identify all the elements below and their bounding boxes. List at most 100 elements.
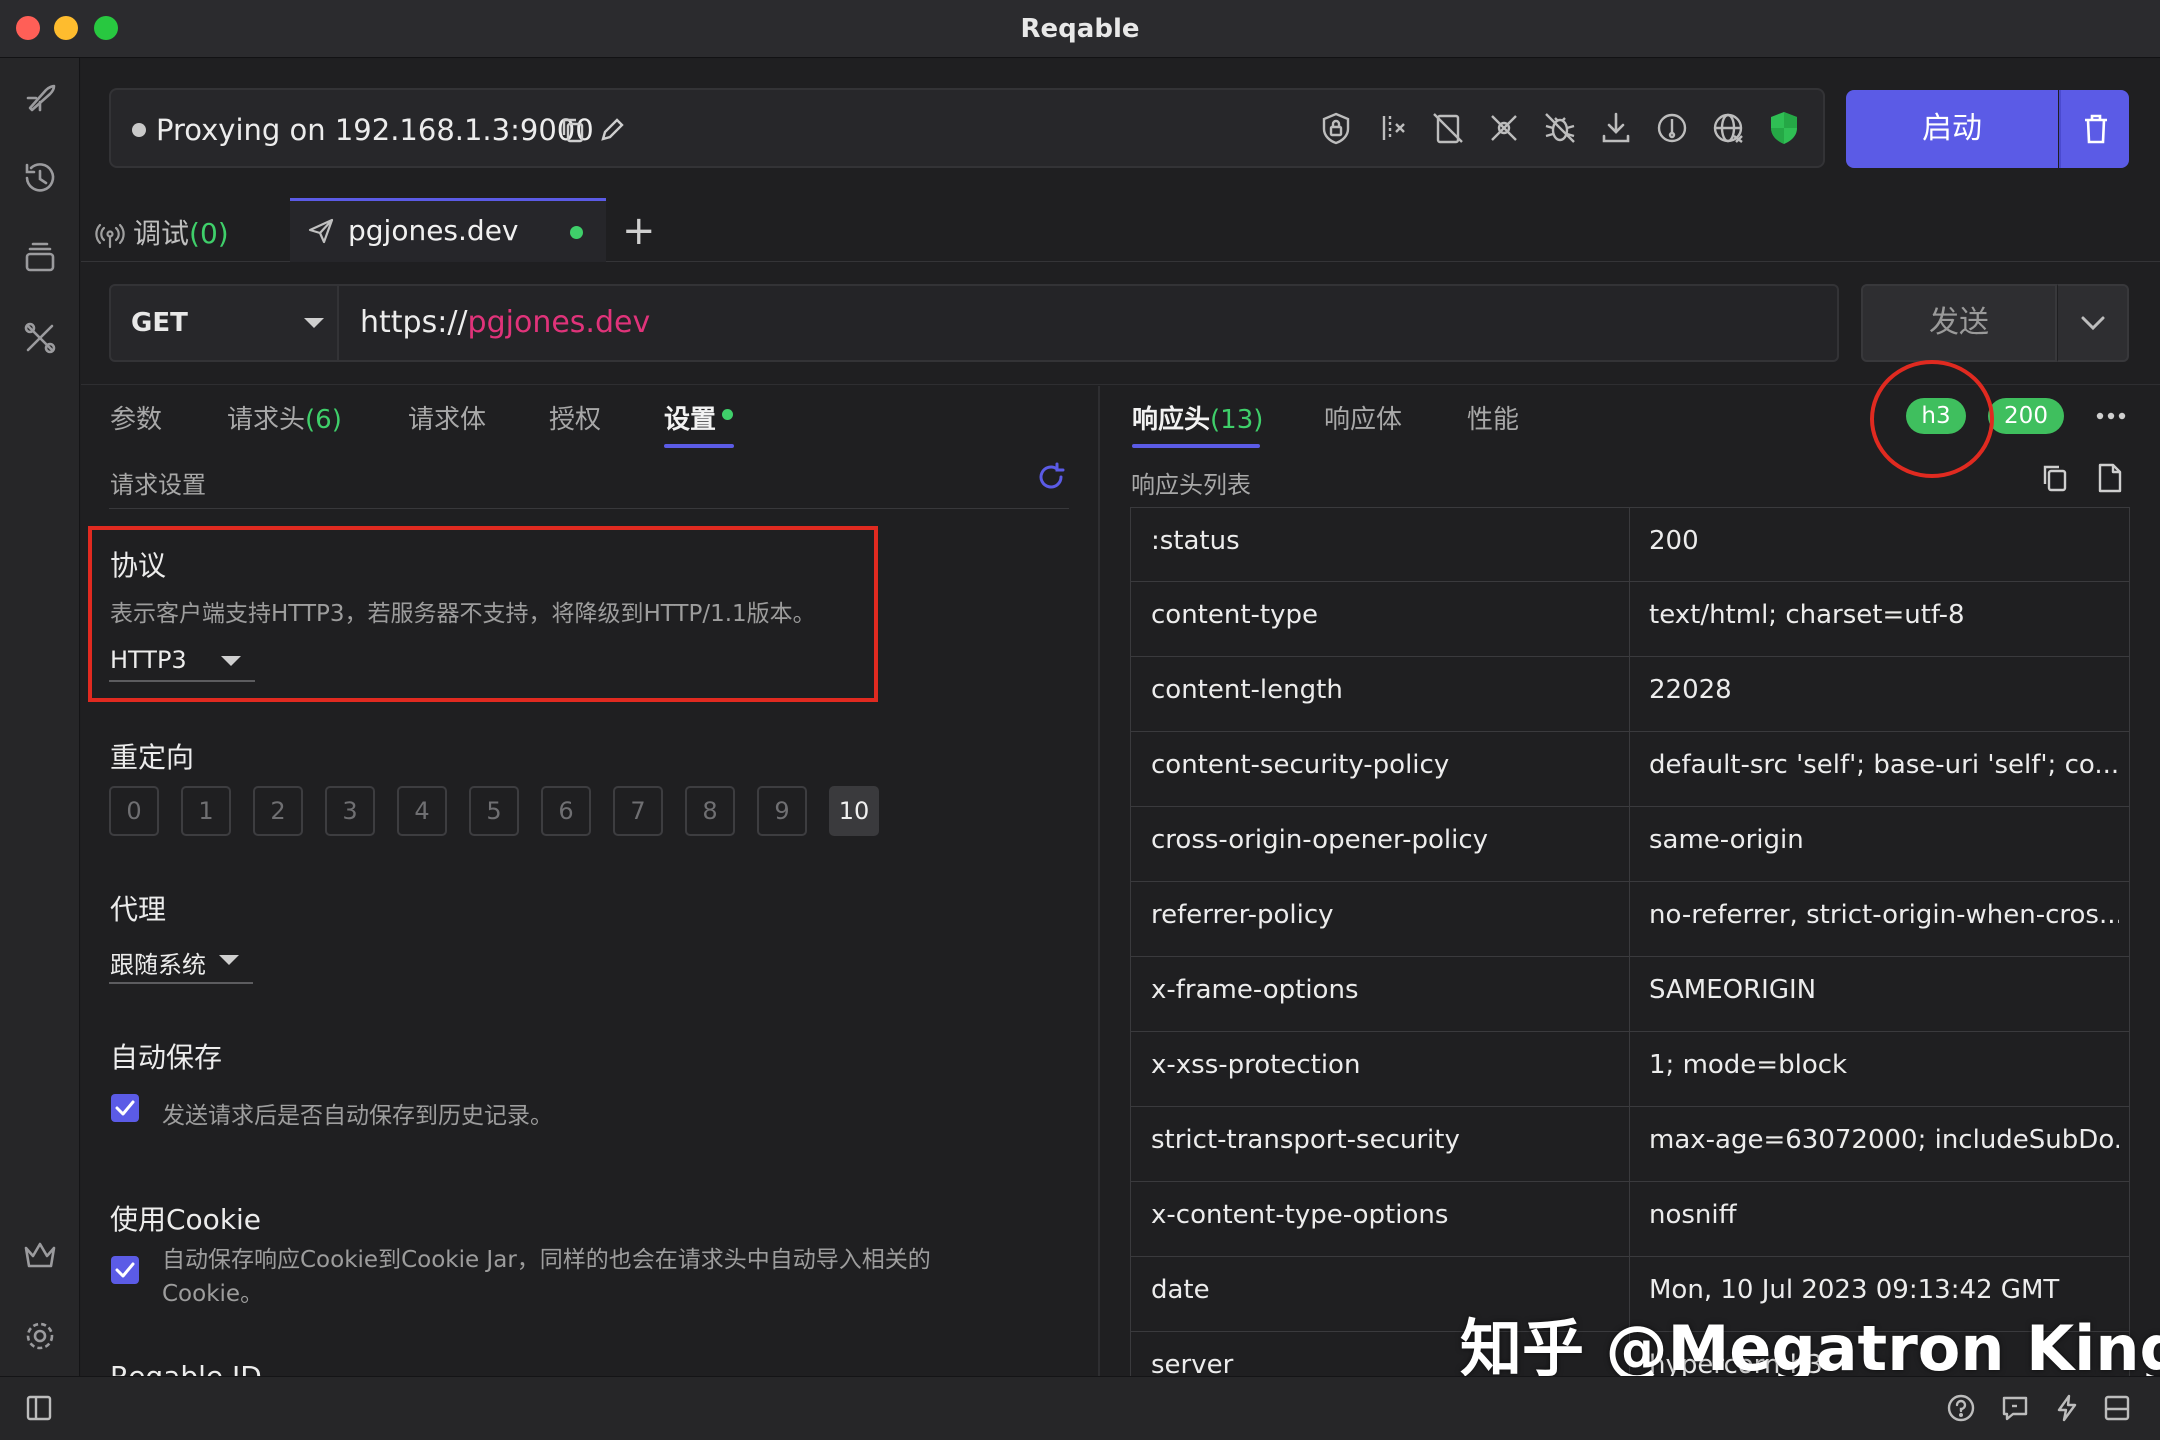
send-options-button[interactable] <box>2057 284 2129 362</box>
pane-splitter[interactable] <box>1098 386 1100 1376</box>
globe-icon[interactable] <box>1708 108 1748 148</box>
gateway-icon[interactable] <box>1652 108 1692 148</box>
redirect-option[interactable]: 5 <box>469 786 519 836</box>
tab-performance[interactable]: 性能 <box>1467 399 1519 436</box>
cookie-title: 使用Cookie <box>110 1203 262 1236</box>
active-tab-indicator <box>1132 444 1260 448</box>
add-tab-button[interactable]: + <box>622 208 656 254</box>
chevron-down-icon <box>218 953 240 967</box>
redirect-option[interactable]: 9 <box>757 786 807 836</box>
feedback-icon[interactable] <box>2000 1393 2030 1423</box>
start-button[interactable]: 启动 <box>1846 90 2058 168</box>
title-bar: Reqable <box>0 0 2160 58</box>
redirect-option[interactable]: 0 <box>109 786 159 836</box>
url-text: https://pgjones.dev <box>360 305 650 340</box>
ssl-lock-icon[interactable] <box>1316 108 1356 148</box>
redirect-option[interactable]: 8 <box>685 786 735 836</box>
disable-proxy-icon[interactable] <box>1484 108 1524 148</box>
chevron-down-icon <box>2080 314 2106 332</box>
tab-debug-count: (0) <box>189 217 229 250</box>
divider <box>81 384 2160 385</box>
tab-debug[interactable]: 调试(0) <box>95 212 229 252</box>
delete-button[interactable] <box>2059 90 2129 168</box>
header-value: 22028 <box>1649 675 1732 705</box>
toggle-sidebar-icon[interactable] <box>24 1393 54 1423</box>
copy-icon[interactable] <box>560 116 586 144</box>
header-key: cross-origin-opener-policy <box>1151 825 1488 855</box>
status-badge: 200 <box>1988 398 2064 434</box>
table-row[interactable]: content-length 22028 <box>1130 657 2130 732</box>
tab-response-headers-count: (13) <box>1210 405 1264 435</box>
section-header: 请求设置 <box>110 471 206 499</box>
header-value: max-age=63072000; includeSubDo... <box>1649 1125 2119 1155</box>
table-row[interactable]: content-type text/html; charset=utf-8 <box>1130 582 2130 657</box>
divider <box>109 508 1069 509</box>
table-row[interactable]: x-frame-options SAMEORIGIN <box>1130 957 2130 1032</box>
tab-response-headers-label: 响应头 <box>1132 405 1211 435</box>
redirect-option-selected[interactable]: 10 <box>829 786 879 836</box>
header-value: nosniff <box>1649 1200 1737 1230</box>
redirect-option[interactable]: 1 <box>181 786 231 836</box>
shield-icon[interactable] <box>1764 108 1804 148</box>
tab-params[interactable]: 参数 <box>110 399 162 436</box>
reset-icon[interactable] <box>1036 462 1066 492</box>
trash-icon <box>2081 112 2111 146</box>
table-row[interactable]: content-security-policy default-src 'self… <box>1130 732 2130 807</box>
cookie-checkbox[interactable] <box>111 1256 139 1284</box>
table-row[interactable]: cross-origin-opener-policy same-origin <box>1130 807 2130 882</box>
reqable-id-clip: Reqable ID <box>81 1356 1097 1376</box>
table-row[interactable]: :status 200 <box>1130 507 2130 582</box>
bug-icon[interactable] <box>1540 108 1580 148</box>
url-scheme: https:// <box>360 305 468 340</box>
tab-unsaved-dot <box>570 226 583 239</box>
tab-response-body[interactable]: 响应体 <box>1324 399 1402 436</box>
protocol-description: 表示客户端支持HTTP3，若服务器不支持，将降级到HTTP/1.1版本。 <box>110 601 816 627</box>
header-key: x-frame-options <box>1151 975 1359 1005</box>
header-key: strict-transport-security <box>1151 1125 1460 1155</box>
copy-icon[interactable] <box>2040 462 2070 494</box>
redirect-option[interactable]: 7 <box>613 786 663 836</box>
history-icon[interactable] <box>18 156 62 200</box>
tab-response-headers[interactable]: 响应头(13) <box>1132 399 1263 436</box>
layers-icon[interactable] <box>18 236 62 280</box>
table-row[interactable]: referrer-policy no-referrer, strict-origi… <box>1130 882 2130 957</box>
sidebar <box>0 58 80 1376</box>
download-icon[interactable] <box>1596 108 1636 148</box>
table-row[interactable]: strict-transport-security max-age=6307200… <box>1130 1107 2130 1182</box>
help-icon[interactable] <box>1946 1393 1976 1423</box>
lightning-icon[interactable] <box>2052 1393 2082 1423</box>
rocket-icon[interactable] <box>18 76 62 120</box>
autosave-checkbox[interactable] <box>111 1094 139 1122</box>
toggle-panel-icon[interactable] <box>2102 1393 2132 1423</box>
redirect-option[interactable]: 6 <box>541 786 591 836</box>
no-cache-icon[interactable] <box>1428 108 1468 148</box>
header-key: server <box>1151 1350 1234 1376</box>
file-icon[interactable] <box>2096 462 2124 494</box>
tab-settings[interactable]: 设置 <box>664 399 716 436</box>
throttle-icon[interactable] <box>1372 108 1412 148</box>
send-button[interactable]: 发送 <box>1861 284 2057 362</box>
redirect-option[interactable]: 2 <box>253 786 303 836</box>
header-value: no-referrer, strict-origin-when-cros... <box>1649 900 2119 930</box>
crown-icon[interactable] <box>18 1234 62 1278</box>
table-row[interactable]: x-xss-protection 1; mode=block <box>1130 1032 2130 1107</box>
tab-request-body[interactable]: 请求体 <box>408 399 486 436</box>
chevron-down-icon <box>220 654 242 668</box>
tab-debug-label: 调试 <box>133 217 190 250</box>
tools-icon[interactable] <box>18 316 62 360</box>
redirect-option[interactable]: 3 <box>325 786 375 836</box>
gear-icon[interactable] <box>18 1314 62 1358</box>
table-row[interactable]: x-content-type-options nosniff <box>1130 1182 2130 1257</box>
broadcast-icon <box>95 220 125 250</box>
redirect-option[interactable]: 4 <box>397 786 447 836</box>
tab-request-headers[interactable]: 请求头(6) <box>227 399 342 436</box>
edit-icon[interactable] <box>598 116 626 144</box>
cookie-description-line2: Cookie。 <box>162 1281 264 1307</box>
tab-auth[interactable]: 授权 <box>549 399 601 436</box>
header-key: x-xss-protection <box>1151 1050 1361 1080</box>
header-value: 200 <box>1649 526 1699 556</box>
header-key: :status <box>1151 526 1240 556</box>
header-value: SAMEORIGIN <box>1649 975 1817 1005</box>
header-key: content-security-policy <box>1151 750 1450 780</box>
more-icon[interactable] <box>2094 406 2128 426</box>
